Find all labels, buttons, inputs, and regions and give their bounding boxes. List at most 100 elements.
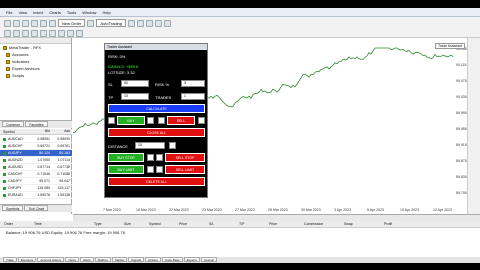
tab-common[interactable]: Common bbox=[2, 121, 25, 127]
buy-limit-button[interactable]: BUY LIMIT bbox=[108, 165, 144, 174]
tester-icon[interactable] bbox=[49, 19, 56, 27]
fibonacci-icon[interactable] bbox=[58, 29, 65, 37]
terminal-tab[interactable]: News bbox=[65, 257, 79, 262]
terminal-tab[interactable]: Code Base bbox=[161, 257, 183, 262]
zoom-in-icon[interactable] bbox=[155, 19, 162, 27]
buy-stop-box[interactable] bbox=[147, 154, 154, 161]
tree-item-root[interactable]: MetaTrader - RFX bbox=[0, 44, 71, 51]
market-watch-header: Symbol Bid Ask bbox=[0, 129, 72, 135]
terminal-tab[interactable]: Exposure bbox=[17, 257, 37, 262]
sell-limit-box[interactable] bbox=[156, 166, 163, 173]
channel-icon[interactable] bbox=[49, 29, 56, 37]
menu-window[interactable]: Window bbox=[82, 10, 96, 15]
zoom-out-icon[interactable] bbox=[164, 19, 171, 27]
market-watch-row[interactable]: AUDJPY 80.124 80.163 bbox=[0, 150, 72, 157]
profiles-icon[interactable] bbox=[13, 19, 20, 27]
tp-input[interactable]: 10 bbox=[121, 93, 149, 100]
terminal-tab[interactable]: Experts bbox=[183, 257, 200, 262]
terminal-tab[interactable]: Trade bbox=[3, 257, 17, 262]
market-watch-row[interactable]: AUDUSD 0.67714 0.67738 bbox=[0, 164, 72, 171]
editor-icon[interactable] bbox=[87, 19, 95, 27]
cursor-icon[interactable] bbox=[4, 29, 11, 37]
symbol-status-icon bbox=[3, 193, 6, 197]
col-profit: Profit bbox=[384, 222, 393, 226]
risk-percent-input[interactable]: 3 bbox=[181, 80, 205, 87]
col-commission: Commission bbox=[304, 222, 324, 226]
menu-tools[interactable]: Tools bbox=[67, 10, 76, 15]
buy-minus-box[interactable] bbox=[108, 117, 115, 124]
new-order-button[interactable]: New Order bbox=[58, 19, 86, 27]
buy-button[interactable]: BUY bbox=[117, 116, 145, 125]
sell-button[interactable]: SELL bbox=[167, 116, 195, 125]
tab-favorites[interactable]: Favorites bbox=[25, 121, 48, 127]
price-tick-label: 89.955 bbox=[456, 127, 467, 131]
sell-stop-button[interactable]: SELL STOP bbox=[165, 153, 205, 162]
tree-item-indicators[interactable]: Indicators bbox=[0, 58, 71, 65]
line-chart-icon[interactable] bbox=[146, 19, 153, 27]
market-watch-row[interactable]: CADCHF 0.71046 0.71088 bbox=[0, 171, 72, 178]
horizontal-line-icon[interactable] bbox=[31, 29, 38, 37]
col-swap: Swap bbox=[344, 222, 353, 226]
sell-minus-box[interactable] bbox=[158, 117, 165, 124]
menu-insert[interactable]: Insert bbox=[33, 10, 43, 15]
text-icon[interactable] bbox=[67, 29, 74, 37]
autotrading-button[interactable]: AutoTrading bbox=[96, 19, 126, 27]
market-watch-row[interactable]: EURAUD 1.59076 1.59138 bbox=[0, 192, 72, 199]
trendline-icon[interactable] bbox=[40, 29, 47, 37]
calculate-button[interactable]: CALCULATE bbox=[108, 104, 205, 113]
ask-cell: 0.98090 bbox=[57, 137, 70, 141]
tree-item-experts[interactable]: Expert Advisors bbox=[0, 65, 71, 72]
market-watch-row[interactable]: AUDCAD 0.98051 0.98090 bbox=[0, 136, 72, 143]
navigator-icon[interactable] bbox=[31, 19, 38, 27]
terminal-tab[interactable]: Alerts bbox=[79, 257, 94, 262]
tab-tick-chart[interactable]: Tick Chart bbox=[24, 205, 49, 211]
buy-plus-box[interactable] bbox=[147, 117, 154, 124]
terminal-tab[interactable]: Market bbox=[111, 257, 128, 262]
distance-input[interactable]: 10 bbox=[135, 142, 165, 149]
terminal-icon[interactable] bbox=[40, 19, 47, 27]
trades-input[interactable]: 1 bbox=[181, 93, 205, 100]
date-tick-label: 28 Mar 2023 bbox=[268, 208, 288, 212]
price-axis: 90.15590.11590.07590.03589.99589.95589.9… bbox=[456, 47, 467, 195]
market-watch-row[interactable]: AUDCHF 0.69721 0.69761 bbox=[0, 143, 72, 150]
terminal-tab[interactable]: Journal bbox=[200, 257, 217, 262]
new-chart-icon[interactable] bbox=[4, 19, 11, 27]
close-all-button[interactable]: CLOSE ALL bbox=[108, 128, 205, 137]
ask-cell: 1.07114 bbox=[57, 158, 70, 162]
market-watch-icon[interactable] bbox=[22, 19, 29, 27]
arrows-icon[interactable] bbox=[76, 29, 83, 37]
terminal-tab[interactable]: Mailbox bbox=[94, 257, 111, 262]
crosshair-icon[interactable] bbox=[13, 29, 20, 37]
menu-help[interactable]: Help bbox=[102, 10, 110, 15]
date-tick-label: 23 Mar 2023 bbox=[202, 208, 222, 212]
delete-all-button[interactable]: DELETE ALL bbox=[108, 177, 205, 186]
terminal-tab[interactable]: Signals bbox=[128, 257, 144, 262]
market-watch-row[interactable]: AUDNZD 1.07050 1.07114 bbox=[0, 157, 72, 164]
bottom-black-bar bbox=[0, 263, 480, 270]
sl-input[interactable]: 50 bbox=[121, 80, 149, 87]
lotsize-readout: LOTSIZE: 3.32 bbox=[108, 70, 135, 75]
terminal-tab[interactable]: Articles bbox=[144, 257, 161, 262]
terminal-tab[interactable]: Account History bbox=[37, 257, 65, 262]
market-watch-row[interactable]: CHFJPY 115.080 115.117 bbox=[0, 185, 72, 192]
bid-cell: 80.124 bbox=[39, 151, 50, 155]
bar-chart-icon[interactable] bbox=[128, 19, 135, 27]
ask-cell: 1.59138 bbox=[57, 193, 70, 197]
sell-plus-box[interactable] bbox=[198, 117, 205, 124]
sell-stop-box[interactable] bbox=[156, 154, 163, 161]
tree-item-accounts[interactable]: Accounts bbox=[0, 51, 71, 58]
buy-stop-button[interactable]: BUY STOP bbox=[108, 153, 144, 162]
vertical-line-icon[interactable] bbox=[22, 29, 29, 37]
tab-symbols[interactable]: Symbols bbox=[2, 205, 24, 211]
toolbar: New Order AutoTrading bbox=[0, 17, 480, 38]
sell-limit-button[interactable]: SELL LIMIT bbox=[165, 165, 205, 174]
distance-toggle-box[interactable] bbox=[169, 142, 176, 149]
menu-file[interactable]: File bbox=[6, 10, 12, 15]
tree-item-scripts[interactable]: Scripts bbox=[0, 72, 71, 79]
trade-assistant-title[interactable]: Trader Assistant bbox=[105, 44, 207, 50]
menu-view[interactable]: View bbox=[18, 10, 27, 15]
buy-limit-box[interactable] bbox=[147, 166, 154, 173]
candle-chart-icon[interactable] bbox=[137, 19, 144, 27]
menu-charts[interactable]: Charts bbox=[49, 10, 61, 15]
market-watch-row[interactable]: CADJPY 95.071 95.047 bbox=[0, 178, 72, 185]
